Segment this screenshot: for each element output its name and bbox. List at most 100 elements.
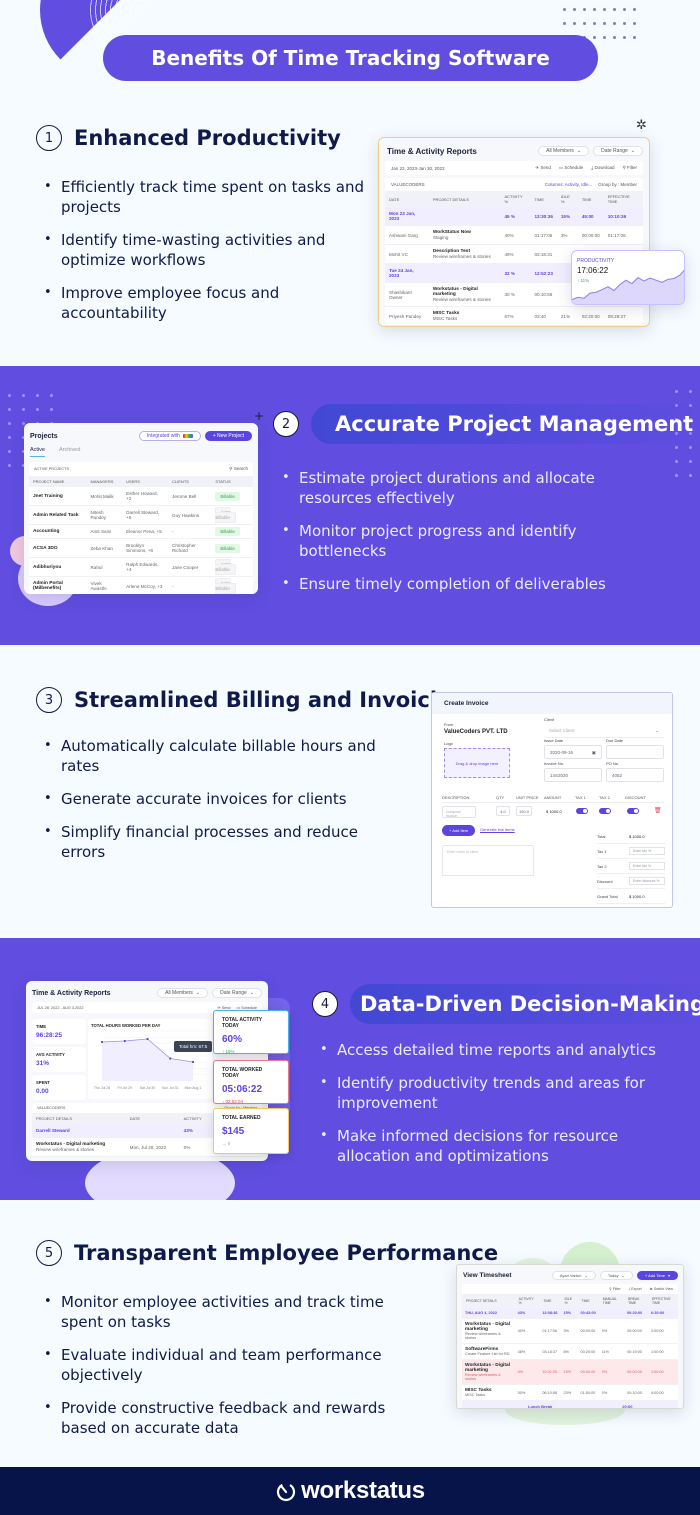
status-badge: NON Billable	[215, 559, 236, 575]
client: Christopher Richard	[168, 538, 212, 558]
invoice-no-field[interactable]: 14S2020	[544, 768, 602, 782]
column-header[interactable]: Idle %	[560, 1294, 578, 1308]
brand-name: workstatus	[301, 1477, 425, 1504]
timesheet-row[interactable]: SoftwareFirms Create Feature List for RD 4…	[462, 1343, 678, 1360]
issue-date-field[interactable]: 2020-09-16 ▣	[544, 745, 602, 759]
column-header[interactable]: Activity %	[514, 1294, 540, 1308]
client-select[interactable]: Select Client ⌄	[544, 724, 664, 738]
generate-items-link[interactable]: Generate line items	[480, 827, 515, 832]
bullet-list: Efficiently track time spent on tasks an…	[44, 177, 364, 336]
item-description-field[interactable]: Compose invoice	[442, 806, 476, 818]
members-dropdown[interactable]: All Members ⌄	[157, 988, 209, 998]
status-badge: Billable	[215, 543, 240, 553]
table-cell: 00:00:00	[577, 1359, 599, 1385]
total-row: Total $ 1000.0	[597, 829, 665, 844]
calendar-icon: ▣	[591, 750, 596, 755]
column-header[interactable]: Time	[577, 1294, 599, 1308]
schedule-button[interactable]: ▭ Schedule	[559, 165, 583, 171]
dot	[8, 408, 11, 411]
notes-textarea[interactable]: Enter notes or client	[442, 845, 534, 876]
group-by-select[interactable]: Group by : Member	[598, 182, 637, 187]
search-button[interactable]: ⚲ Search	[229, 466, 248, 472]
table-row[interactable]: Ashwani Garg WorkStatus Now Staging 40% 01:1…	[385, 225, 643, 245]
column-header[interactable]: Activity	[179, 1113, 212, 1124]
project-row[interactable]: Adibhuriyou Rahul Ralph Edwards, +4 Jane Co…	[29, 557, 253, 577]
total-input[interactable]: Enter tax %	[629, 847, 665, 855]
table-cell: 15%	[560, 1308, 578, 1319]
new-project-button[interactable]: + New Project	[204, 431, 252, 441]
bullet-item: Improve employee focus and accountabilit…	[44, 283, 364, 323]
total-row: Grand Total $ 1000.0	[597, 889, 665, 904]
column-header[interactable]: Status	[211, 476, 253, 487]
column-header[interactable]: Manual Time	[598, 1294, 625, 1308]
column-header[interactable]: Managers	[86, 476, 123, 487]
po-no-field[interactable]: 4052	[606, 768, 664, 782]
tab-archived[interactable]: Archived	[59, 447, 80, 457]
project-name: Workstatus - Digital marketing	[465, 1322, 510, 1332]
filter-button[interactable]: ⚲ Filter	[609, 1287, 621, 1291]
timesheet-row[interactable]: Workstatus - Digital marketing Review wir…	[462, 1318, 678, 1344]
due-date-field[interactable]	[606, 745, 664, 759]
task-name: Review wireframes & stories	[432, 297, 491, 302]
date-row[interactable]: Mon 23 Jan, 2023 45 % 13:30:36 15% 45:00 10:1…	[385, 207, 643, 226]
column-header[interactable]: Project Details	[462, 1294, 515, 1308]
export-button[interactable]: ⤓ Export	[629, 1287, 642, 1291]
hours-chart-panel: TOTAL HOURS WORKED PER DAY Thu Jul 28 Fri…	[88, 1019, 212, 1099]
day-dropdown[interactable]: Today ⌄	[599, 1271, 633, 1280]
column-header[interactable]: Effective Time	[647, 1294, 678, 1308]
table-cell: Workstatus - Digital marketing Review wir…	[462, 1359, 515, 1385]
column-header[interactable]: Project Name	[29, 476, 87, 487]
download-button[interactable]: ⤓ Download	[591, 165, 614, 171]
date-row[interactable]: THU, AUG 4, 2022 43% 13:08:36 15% 00:43:00 00…	[462, 1308, 678, 1319]
tax2-toggle[interactable]	[599, 808, 611, 814]
project-row[interactable]: Admin Portal (Milbenefits) Vivek Awasthi A…	[29, 576, 253, 594]
column-header[interactable]: Effective Time	[603, 191, 643, 207]
member-dropdown[interactable]: Ayan Vartun ⌄	[551, 1271, 596, 1280]
column-header[interactable]: Activity %	[500, 191, 531, 207]
section-title: Enhanced Productivity	[74, 126, 341, 150]
column-header[interactable]: Users	[122, 476, 169, 487]
filter-button[interactable]: ⚲ Filter	[622, 165, 637, 171]
column-header[interactable]: Clients	[168, 476, 212, 487]
discount-toggle[interactable]	[627, 808, 639, 814]
column-header[interactable]: Date	[385, 191, 429, 207]
table-cell: 3%	[560, 1318, 578, 1344]
delete-icon[interactable]: 🗑	[654, 807, 662, 814]
switch-view-button[interactable]: ⇆ Switch View	[650, 1287, 673, 1291]
column-header[interactable]: Time	[577, 191, 604, 207]
unit-price-field[interactable]: 150.0	[516, 806, 532, 816]
logo-dropzone[interactable]: Drag & drop image here	[444, 748, 510, 778]
send-button[interactable]: ✈ Send	[535, 165, 551, 171]
tab-active[interactable]: Active	[30, 447, 45, 457]
add-item-button[interactable]: + Add Item	[442, 825, 476, 836]
column-header[interactable]: Project Details	[428, 191, 501, 207]
table-cell: 00:10:56	[530, 282, 557, 307]
members-dropdown[interactable]: All Members ⌄	[538, 146, 590, 156]
qty-field[interactable]: 4.0	[496, 806, 510, 816]
section-billing-invoicing: 3 Streamlined Billing and Invoicing Auto…	[0, 645, 700, 938]
date-range-dropdown[interactable]: Date Range ⌄	[593, 146, 643, 156]
total-input[interactable]: Enter tax %	[629, 862, 665, 870]
column-header[interactable]: Time	[530, 191, 557, 207]
column-header[interactable]: Project Details	[32, 1113, 126, 1124]
total-input[interactable]: Enter discount %	[629, 877, 665, 885]
date-range-dropdown[interactable]: Date Range ⌄	[212, 988, 262, 998]
from-value: ValueCoders PVT. LTD	[444, 729, 508, 735]
column-header[interactable]: Time	[539, 1294, 561, 1308]
column-header[interactable]: Idle %	[556, 191, 578, 207]
column-header[interactable]: Break Time	[624, 1294, 648, 1308]
project-row[interactable]: Accounting Amit Saini Eleanor Pena, +5- Bil…	[29, 524, 253, 539]
tax1-toggle[interactable]	[576, 808, 588, 814]
project-row[interactable]: Admin Related Task Nitesh Pandey Darrell S…	[29, 505, 253, 525]
integration-badge[interactable]: Integrated with	[138, 431, 201, 441]
add-time-button[interactable]: + Add Time ▾	[636, 1271, 678, 1280]
timesheet-row[interactable]: Workstatus - Digital marketing Review wir…	[462, 1359, 678, 1385]
timesheet-row[interactable]: MISC Tasks MISC Tasks 30% 06:10:58 23% 01:50:…	[462, 1384, 678, 1401]
columns-select[interactable]: Columns: Activity, Idle...	[545, 182, 592, 187]
column-header[interactable]: Date	[125, 1113, 180, 1124]
project-row[interactable]: Jnet Training Mohit Malik Esther Howard, +…	[29, 487, 253, 506]
project-row[interactable]: ACSA 3DO Zeba Khan Brooklyn Simmons, +6 Chr…	[29, 538, 253, 558]
table-cell: 0%	[598, 1318, 625, 1344]
table-row[interactable]: Priyesh Pandey MISC Tasks MISC Tasks 67% 03:…	[385, 306, 643, 326]
users: Darrell Steward, +5	[122, 505, 169, 525]
